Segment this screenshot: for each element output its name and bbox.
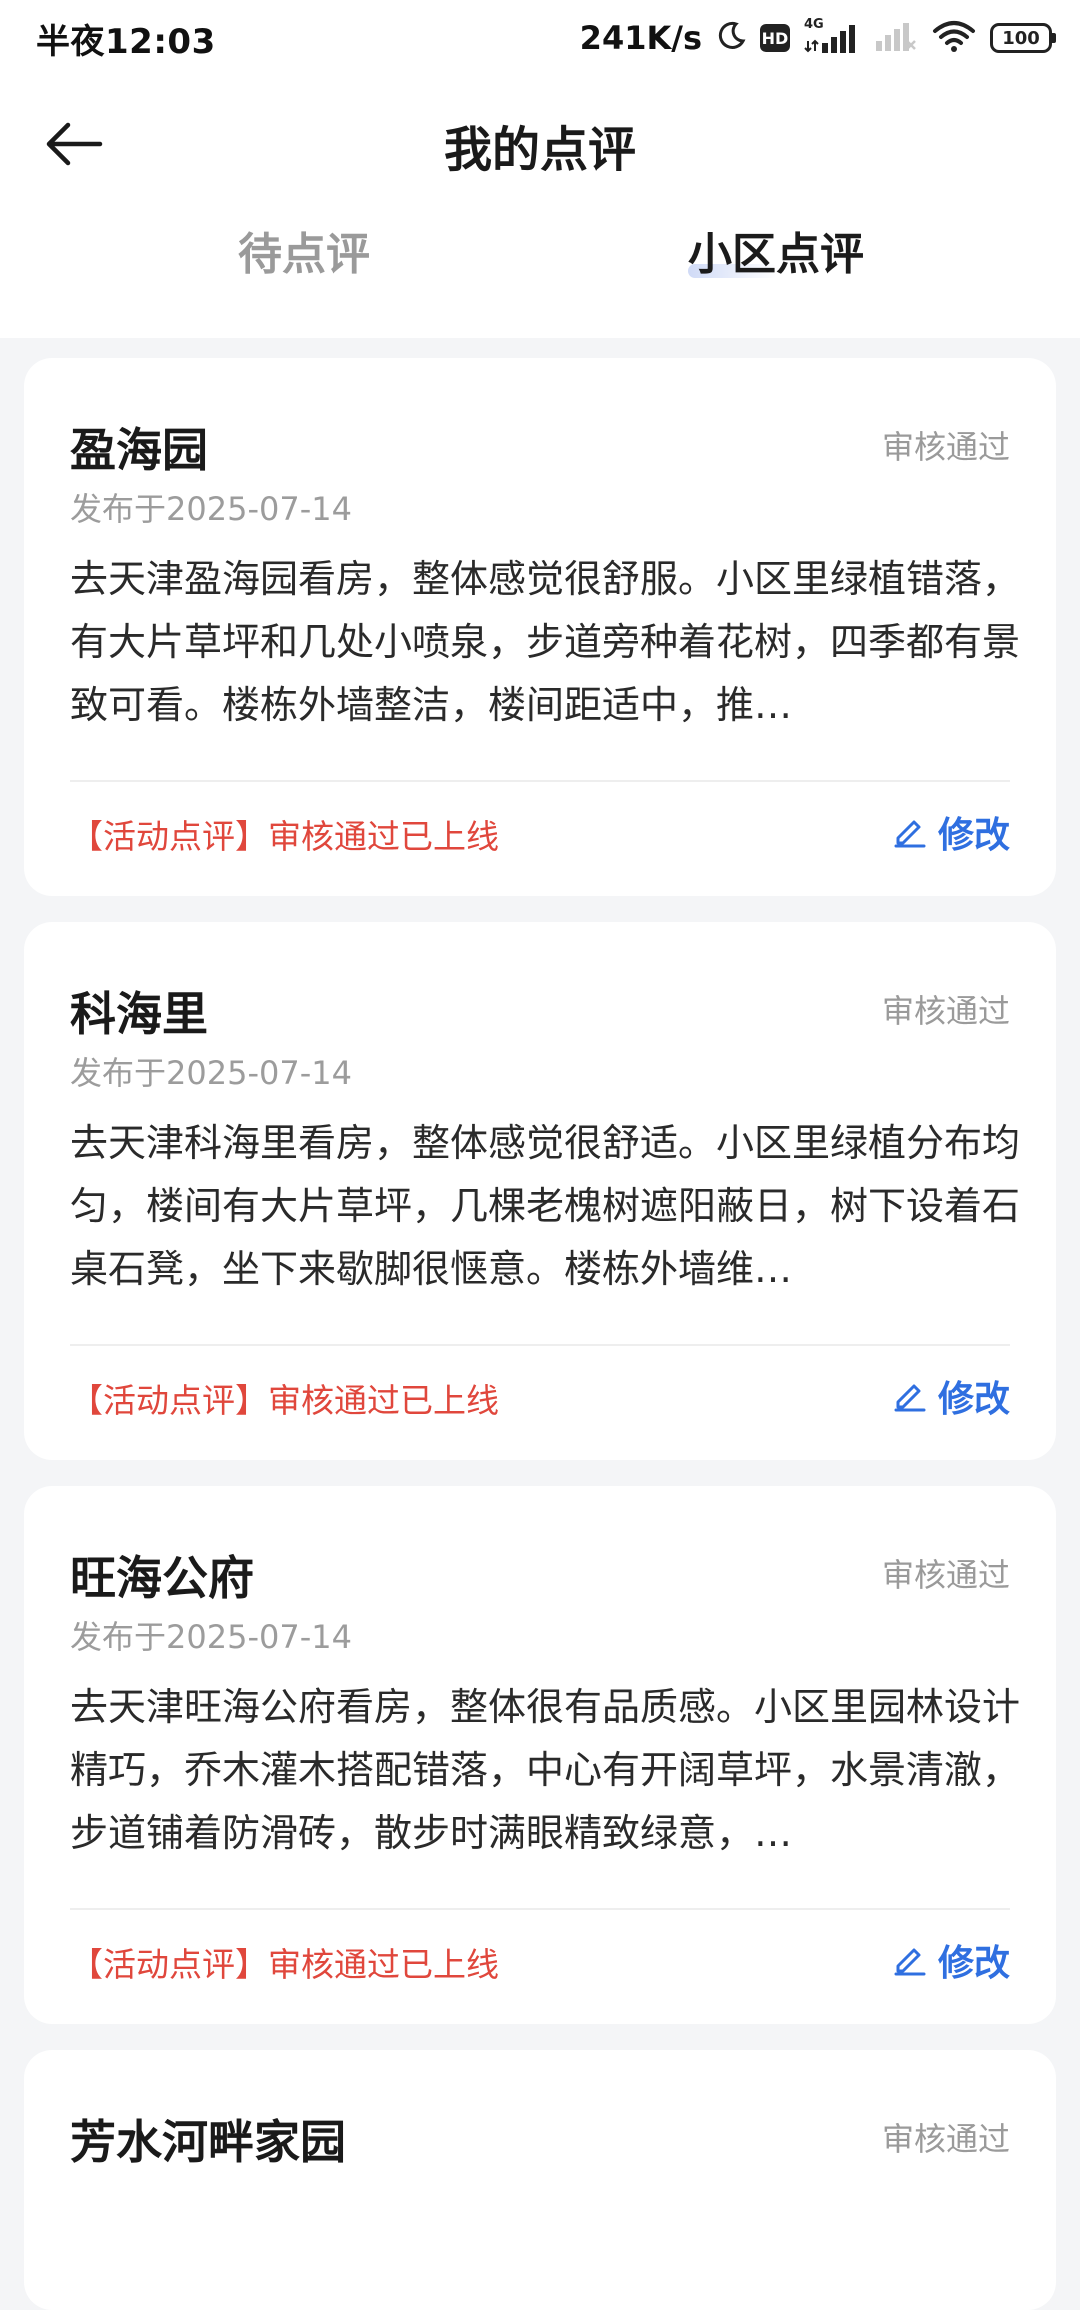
status-icons: 241K/s HD 4G 100 bbox=[579, 14, 1056, 62]
edit-label: 修改 bbox=[937, 815, 1010, 856]
review-title: 芳水河畔家园 bbox=[70, 2115, 346, 2169]
review-status: 审核通过 bbox=[881, 992, 1010, 1030]
net-speed: 241K/s bbox=[579, 19, 702, 57]
hd-icon: HD bbox=[760, 24, 790, 52]
review-status: 审核通过 bbox=[881, 1556, 1010, 1594]
tab-pending-reviews[interactable]: 待点评 bbox=[238, 218, 370, 282]
review-card[interactable]: 芳水河畔家园 审核通过 bbox=[24, 2050, 1056, 2310]
battery-icon: 100 bbox=[990, 23, 1056, 53]
review-card[interactable]: 盈海园 审核通过 发布于2025-07-14 去天津盈海园看房，整体感觉很舒服。… bbox=[24, 358, 1056, 896]
pencil-icon bbox=[892, 1940, 928, 1980]
review-tag: 【活动点评】审核通过已上线 bbox=[70, 817, 499, 856]
review-status: 审核通过 bbox=[881, 2120, 1010, 2158]
signal-4g-icon: 4G bbox=[804, 17, 860, 55]
pencil-icon bbox=[892, 1376, 928, 1416]
edit-label: 修改 bbox=[937, 1379, 1010, 1420]
review-title: 科海里 bbox=[70, 987, 208, 1041]
review-card[interactable]: 科海里 审核通过 发布于2025-07-14 去天津科海里看房，整体感觉很舒适。… bbox=[24, 922, 1056, 1460]
edit-button[interactable]: 修改 bbox=[892, 1934, 1010, 1986]
edit-label: 修改 bbox=[937, 1943, 1010, 1984]
divider bbox=[70, 1908, 1010, 1910]
review-tag: 【活动点评】审核通过已上线 bbox=[70, 1381, 499, 1420]
tab-community-reviews[interactable]: 小区点评 bbox=[688, 218, 864, 282]
review-list: 盈海园 审核通过 发布于2025-07-14 去天津盈海园看房，整体感觉很舒服。… bbox=[24, 358, 1056, 2310]
page-title: 我的点评 bbox=[443, 122, 636, 178]
edit-button[interactable]: 修改 bbox=[892, 1370, 1010, 1422]
review-tag: 【活动点评】审核通过已上线 bbox=[70, 1945, 499, 1984]
review-body[interactable]: 去天津旺海公府看房，整体很有品质感。小区里园林设计精巧，乔木灌木搭配错落，中心有… bbox=[70, 1676, 1020, 1865]
signal-empty-icon bbox=[874, 19, 918, 57]
pencil-icon bbox=[892, 812, 928, 852]
network-type-label: 4G bbox=[804, 17, 824, 32]
review-body[interactable]: 去天津科海里看房，整体感觉很舒适。小区里绿植分布均匀，楼间有大片草坪，几棵老槐树… bbox=[70, 1112, 1020, 1301]
review-date: 发布于2025-07-14 bbox=[70, 490, 352, 528]
page-header: 我的点评 待点评 小区点评 bbox=[0, 78, 1080, 338]
wifi-icon bbox=[932, 19, 976, 57]
review-date: 发布于2025-07-14 bbox=[70, 1618, 352, 1656]
review-title: 旺海公府 bbox=[70, 1551, 254, 1605]
review-title: 盈海园 bbox=[70, 423, 208, 477]
review-body[interactable]: 去天津盈海园看房，整体感觉很舒服。小区里绿植错落，有大片草坪和几处小喷泉，步道旁… bbox=[70, 548, 1020, 737]
review-date: 发布于2025-07-14 bbox=[70, 1054, 352, 1092]
divider bbox=[70, 780, 1010, 782]
moon-icon bbox=[716, 21, 746, 55]
divider bbox=[70, 1344, 1010, 1346]
edit-button[interactable]: 修改 bbox=[892, 806, 1010, 858]
tab-bar: 待点评 小区点评 bbox=[0, 218, 1080, 338]
review-card[interactable]: 旺海公府 审核通过 发布于2025-07-14 去天津旺海公府看房，整体很有品质… bbox=[24, 1486, 1056, 2024]
review-status: 审核通过 bbox=[881, 428, 1010, 466]
status-bar: 半夜12:03 241K/s HD 4G 100 bbox=[0, 0, 1080, 78]
status-time: 半夜12:03 bbox=[36, 22, 216, 62]
